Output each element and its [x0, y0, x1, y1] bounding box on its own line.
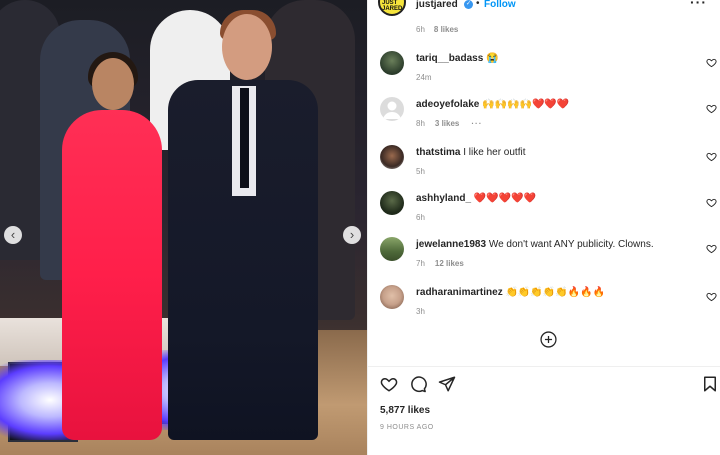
commenter-avatar[interactable]: [380, 145, 404, 169]
post-timestamp[interactable]: 9 HOURS AGO: [380, 424, 434, 431]
comment-item: adeoyefolake 🙌🙌🙌🙌❤️❤️❤️ 8h 3 likes ···: [368, 97, 720, 137]
comment-meta: 6h: [416, 213, 425, 222]
comment-text: radharanimartinez 👏👏👏👏👏🔥🔥🔥: [416, 287, 686, 298]
post-header: JUST JARED justjared ✓ • Follow ···: [368, 0, 720, 20]
save-bookmark-icon[interactable]: [701, 375, 719, 393]
comment-item: tariq__badass 😭 24m: [368, 51, 720, 91]
like-comment-heart-icon[interactable]: [706, 291, 717, 302]
commenter-avatar[interactable]: [380, 237, 404, 261]
comment-username[interactable]: jewelanne1983: [416, 239, 486, 250]
woman-face: [92, 58, 134, 110]
comment-username[interactable]: radharanimartinez: [416, 287, 503, 298]
comment-body: We don't want ANY publicity. Clowns.: [488, 239, 654, 250]
comment-likes[interactable]: 12 likes: [435, 259, 464, 268]
comment-body: 🙌🙌🙌🙌❤️❤️❤️: [482, 99, 570, 110]
comment-item: ashhyland_ ❤️❤️❤️❤️❤️ 6h: [368, 191, 720, 231]
comment-meta: 24m: [416, 73, 432, 82]
comment-body: I like her outfit: [463, 147, 526, 158]
comment-time: 5h: [416, 167, 425, 176]
like-comment-heart-icon[interactable]: [706, 57, 717, 68]
more-options-icon[interactable]: ···: [690, 0, 707, 10]
post-photo[interactable]: ‹ ›: [0, 0, 367, 455]
comment-meta: 7h 12 likes: [416, 259, 464, 268]
account-avatar[interactable]: JUST JARED: [378, 0, 406, 16]
comment-meta: 3h: [416, 307, 425, 316]
previous-comment-time: 6h: [416, 25, 425, 34]
comment-text: tariq__badass 😭: [416, 53, 686, 64]
avatar-logo-text: JUST JARED: [382, 0, 403, 12]
comment-time: 24m: [416, 73, 432, 82]
follow-button[interactable]: Follow: [484, 0, 516, 10]
comment-body: 👏👏👏👏👏🔥🔥🔥: [505, 287, 606, 298]
comment-username[interactable]: adeoyefolake: [416, 99, 479, 110]
post-likes-count[interactable]: 5,877 likes: [380, 405, 430, 416]
comment-body: 😭: [486, 53, 499, 64]
comment-time: 8h: [416, 119, 425, 128]
man-tie: [240, 88, 249, 188]
comment-text: thatstima I like her outfit: [416, 147, 686, 158]
load-more-comments-plus-icon[interactable]: [540, 331, 557, 348]
comment-bubble-icon[interactable]: [409, 375, 427, 393]
comment-likes[interactable]: 3 likes: [435, 119, 459, 128]
post-action-bar: 5,877 likes 9 HOURS AGO: [368, 366, 720, 455]
like-comment-heart-icon[interactable]: [706, 243, 717, 254]
comment-time: 6h: [416, 213, 425, 222]
comment-username[interactable]: thatstima: [416, 147, 460, 158]
comment-body: ❤️❤️❤️❤️❤️: [473, 193, 537, 204]
comment-username[interactable]: tariq__badass: [416, 53, 483, 64]
previous-comment-likes[interactable]: 8 likes: [434, 25, 458, 34]
verified-badge-icon: ✓: [464, 0, 473, 9]
post-side-panel: JUST JARED justjared ✓ • Follow ··· 6h 8 …: [367, 0, 720, 455]
commenter-avatar[interactable]: [380, 51, 404, 75]
carousel-next-button[interactable]: ›: [343, 226, 361, 244]
carousel-prev-button[interactable]: ‹: [4, 226, 22, 244]
like-comment-heart-icon[interactable]: [706, 103, 717, 114]
commenter-avatar[interactable]: [380, 97, 404, 121]
comment-text: ashhyland_ ❤️❤️❤️❤️❤️: [416, 193, 686, 204]
account-name[interactable]: justjared: [416, 0, 458, 10]
comment-time: 3h: [416, 307, 425, 316]
share-paper-plane-icon[interactable]: [438, 375, 456, 393]
separator-dot: •: [476, 0, 480, 9]
comment-item: thatstima I like her outfit 5h: [368, 145, 720, 185]
commenter-avatar[interactable]: [380, 285, 404, 309]
man-face: [222, 14, 272, 80]
comment-time: 7h: [416, 259, 425, 268]
comment-meta: 5h: [416, 167, 425, 176]
commenter-avatar[interactable]: [380, 191, 404, 215]
comment-more-icon[interactable]: ···: [471, 119, 482, 128]
like-heart-icon[interactable]: [380, 375, 398, 393]
comment-item: jewelanne1983 We don't want ANY publicit…: [368, 237, 720, 277]
woman-in-red-suit: [62, 110, 162, 440]
comment-text: jewelanne1983 We don't want ANY publicit…: [416, 239, 686, 250]
comment-meta: 8h 3 likes ···: [416, 119, 482, 128]
like-comment-heart-icon[interactable]: [706, 197, 717, 208]
previous-comment-meta: 6h 8 likes: [416, 25, 458, 34]
comment-username[interactable]: ashhyland_: [416, 193, 471, 204]
comment-text: adeoyefolake 🙌🙌🙌🙌❤️❤️❤️: [416, 99, 686, 110]
like-comment-heart-icon[interactable]: [706, 151, 717, 162]
comment-item: radharanimartinez 👏👏👏👏👏🔥🔥🔥 3h: [368, 285, 720, 325]
